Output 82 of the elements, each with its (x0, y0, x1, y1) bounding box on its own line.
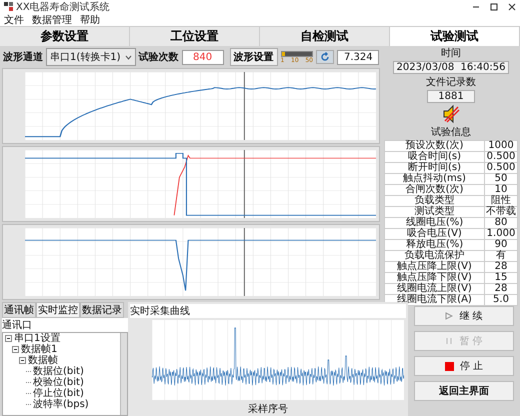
scrollbar[interactable] (120, 333, 127, 415)
tree-item[interactable]: 数据帧1 (21, 344, 58, 355)
records-field: 1881 (427, 90, 475, 103)
count-label: 试验次数 (138, 50, 179, 64)
slider-fill[interactable] (282, 52, 285, 56)
info-label: 线圈电流上限(V) (384, 284, 484, 294)
tab[interactable]: 参数设置 (0, 27, 130, 46)
cursor-line[interactable] (244, 228, 245, 296)
menu-item[interactable]: 数据管理 (32, 12, 72, 26)
info-value: 50 (484, 174, 518, 184)
info-label: 断开时间(s) (384, 162, 484, 174)
value-field: 7.324 (337, 50, 379, 64)
play-icon (445, 312, 454, 320)
chevron-down-icon (124, 54, 132, 60)
close-icon[interactable] (508, 2, 516, 10)
tree-item[interactable]: 校验位(bit) (33, 377, 84, 388)
tab[interactable]: 试验测试 (390, 27, 520, 46)
collapse-icon[interactable] (5, 335, 12, 342)
count-field: 840 (182, 50, 224, 64)
info-value: 80 (484, 218, 518, 228)
info-value: 不带载 (484, 206, 518, 218)
info-value: 1000 (484, 140, 518, 152)
refresh-button[interactable] (316, 50, 334, 64)
info-label: 触点抖动(ms) (384, 174, 484, 184)
tree-header: 通讯口 (2, 318, 128, 332)
tab[interactable]: 自检测试 (260, 27, 390, 46)
info-value: 10 (484, 184, 518, 196)
channel-label: 波形通道 (3, 50, 43, 64)
info-value: 有 (484, 250, 518, 262)
time-field: 2023/03/08 16:40:56 (392, 61, 510, 74)
maximize-icon[interactable] (490, 2, 498, 10)
tree-item[interactable]: 数据位(bit) (33, 366, 84, 377)
info-value: 28 (484, 262, 518, 272)
tab[interactable]: 数据记录 (80, 302, 124, 318)
tree-item[interactable]: 停止位(bit) (33, 388, 84, 399)
wave-settings-button[interactable]: 波形设置 (230, 48, 278, 66)
channel-dropdown[interactable]: 串口1(转换卡1) (46, 48, 136, 66)
info-value: 0.500 (484, 152, 518, 162)
info-value: 0.500 (484, 162, 518, 174)
refresh-icon (320, 52, 330, 62)
control-button[interactable]: 继 续 (414, 306, 514, 326)
info-label: 吸合时间(s) (384, 152, 484, 162)
info-value: 15 (484, 272, 518, 284)
info-label: 预设次数(次) (384, 140, 484, 152)
info-label: 测试类型 (384, 206, 484, 218)
info-label: 负载电流保护 (384, 250, 484, 262)
tab[interactable]: 通讯帧 (2, 302, 36, 318)
info-value: 阻性 (484, 196, 518, 206)
window-title: XX电器寿命测试系统 (16, 0, 110, 14)
info-label: 触点压降下限(V) (384, 272, 484, 284)
time-label: 时间 (441, 46, 461, 60)
info-label: 吸合电压(V) (384, 228, 484, 240)
tree-item[interactable]: 波特率(bps) (33, 399, 89, 410)
menu-item[interactable]: 文件 (4, 12, 24, 26)
cursor-line[interactable] (244, 72, 245, 140)
menu-item[interactable]: 帮助 (80, 12, 100, 26)
info-title: 试验信息 (431, 126, 471, 139)
control-button[interactable]: 返回主界面 (414, 381, 514, 401)
tree-item[interactable]: 串口1设置 (14, 333, 60, 344)
tab[interactable]: 实时监控 (36, 302, 80, 318)
x-axis-label: 采样序号 (247, 402, 289, 416)
info-label: 负载类型 (384, 196, 484, 206)
pause-icon (445, 337, 454, 345)
collapse-icon[interactable] (12, 346, 19, 353)
muted-speaker-icon[interactable] (442, 104, 460, 124)
cursor-line[interactable] (244, 150, 245, 218)
info-value: 90 (484, 240, 518, 250)
tab[interactable]: 工位设置 (130, 27, 260, 46)
slider-track[interactable] (280, 50, 313, 56)
control-button[interactable]: 停 止 (414, 356, 514, 376)
app-icon (4, 2, 13, 11)
info-value: 1.000 (484, 228, 518, 240)
info-value: 28 (484, 284, 518, 294)
info-label: 合闸次数(次) (384, 184, 484, 196)
info-label: 线圈电压(%) (384, 218, 484, 228)
collapse-icon[interactable] (19, 357, 26, 364)
info-label: 触点压降上限(V) (384, 262, 484, 272)
chart-title: 实时采集曲线 (130, 304, 406, 318)
tree-item[interactable]: 数据帧 (28, 355, 58, 366)
stop-icon (444, 362, 454, 370)
info-label: 释放电压(%) (384, 240, 484, 250)
records-label: 文件记录数 (426, 76, 476, 89)
